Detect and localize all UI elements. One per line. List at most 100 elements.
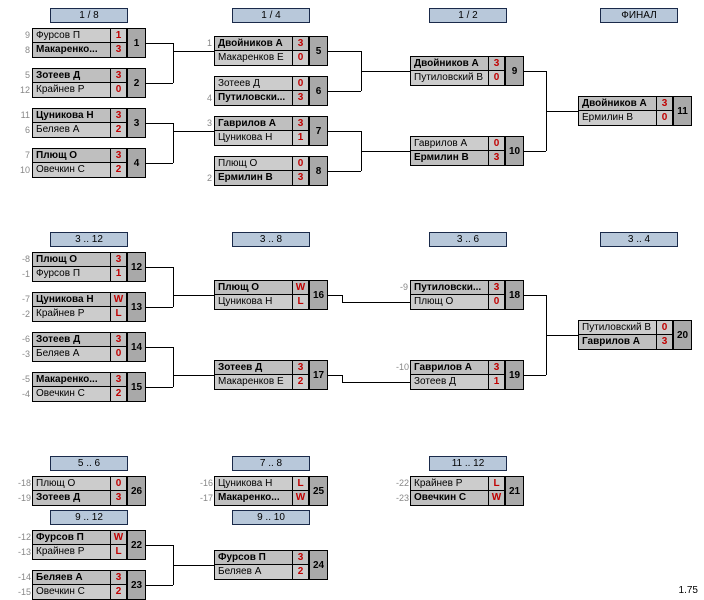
player-score: W	[488, 491, 504, 505]
player-score: W	[110, 293, 126, 306]
match-number: 26	[128, 476, 146, 506]
match-26: -18-19Плющ О0Зотеев Д326	[18, 476, 146, 506]
player-name: Цуникова Н	[215, 477, 292, 490]
match-11: Двойников А3Ермилин В011	[564, 96, 692, 126]
match-23: -14-15Беляев А3Овечкин С223	[18, 570, 146, 600]
player-name: Макаренков Е	[215, 375, 292, 389]
player-name: Путиловский В	[579, 321, 656, 334]
match-number: 19	[506, 360, 524, 390]
seed: -16	[200, 476, 214, 491]
player-row: Макаренко...3	[32, 43, 127, 58]
player-name: Макаренко...	[33, 43, 110, 57]
seed: 6	[18, 123, 32, 138]
player-score: W	[292, 281, 308, 294]
match-number: 20	[674, 320, 692, 350]
player-name: Цуникова Н	[33, 109, 110, 122]
connector	[146, 307, 173, 308]
player-row: Макаренко...3	[32, 372, 127, 387]
player-row: Плющ О3	[32, 148, 127, 163]
player-score: 0	[488, 137, 504, 150]
match-21: -22-23Крайнев РLОвечкин СW21	[396, 476, 524, 506]
player-row: Двойников А3	[578, 96, 673, 111]
player-score: 0	[292, 157, 308, 170]
player-row: Фурсов П1	[32, 267, 127, 282]
seed: -12	[18, 530, 32, 545]
match-number: 21	[506, 476, 524, 506]
player-score: L	[488, 477, 504, 490]
match-12: -8-1Плющ О3Фурсов П112	[18, 252, 146, 282]
match-22: -12-13Фурсов ПWКрайнев РL22	[18, 530, 146, 560]
player-row: Путиловский В0	[578, 320, 673, 335]
player-row: Путиловский В0	[410, 71, 505, 86]
match-10: Гаврилов А0Ермилин В310	[396, 136, 524, 166]
player-row: Плющ О0	[410, 295, 505, 310]
player-score: W	[292, 491, 308, 505]
player-score: 3	[110, 491, 126, 505]
player-score: 3	[292, 551, 308, 564]
player-name: Плющ О	[33, 253, 110, 266]
seed: -10	[396, 360, 410, 375]
player-name: Макаренко...	[33, 373, 110, 386]
round-label-r12: 1 / 2	[429, 8, 507, 23]
connector	[173, 375, 214, 376]
seed: -19	[18, 491, 32, 506]
connector	[524, 295, 546, 296]
connector	[173, 51, 214, 52]
player-score: 3	[656, 97, 672, 110]
match-8: 2Плющ О0Ермилин В38	[200, 156, 328, 186]
player-score: 0	[488, 295, 504, 309]
connector	[146, 43, 173, 44]
player-row: Зотеев Д3	[32, 332, 127, 347]
connector	[173, 367, 174, 375]
player-score: 3	[110, 373, 126, 386]
player-name: Зотеев Д	[33, 69, 110, 82]
seed: -14	[18, 570, 32, 585]
connector	[173, 123, 174, 163]
player-name: Зотеев Д	[411, 375, 488, 389]
player-row: Крайнев РL	[32, 307, 127, 322]
player-row: Овечкин С2	[32, 387, 127, 402]
player-name: Гаврилов А	[411, 137, 488, 150]
player-score: 2	[292, 565, 308, 579]
player-name: Крайнев Р	[33, 83, 110, 97]
connector	[173, 131, 174, 143]
match-16: Плющ ОWЦуникова НL16	[200, 280, 328, 310]
player-score: 3	[488, 57, 504, 70]
player-row: Цуникова Н3	[32, 108, 127, 123]
round-label-r14: 1 / 4	[232, 8, 310, 23]
player-name: Макаренков Е	[215, 51, 292, 65]
player-row: Цуникова НL	[214, 295, 309, 310]
player-name: Зотеев Д	[33, 333, 110, 346]
player-name: Ермилин В	[215, 171, 292, 185]
player-name: Крайнев Р	[33, 545, 110, 559]
match-number: 13	[128, 292, 146, 322]
player-name: Цуникова Н	[215, 295, 292, 309]
footer-version: 1.75	[679, 585, 698, 596]
seed	[200, 156, 214, 171]
seed: -17	[200, 491, 214, 506]
player-score: 1	[110, 267, 126, 281]
match-number: 1	[128, 28, 146, 58]
seed: -7	[18, 292, 32, 307]
player-row: Беляев А3	[32, 570, 127, 585]
player-score: 3	[110, 253, 126, 266]
player-name: Плющ О	[215, 157, 292, 170]
match-number: 10	[506, 136, 524, 166]
match-number: 14	[128, 332, 146, 362]
player-score: L	[110, 545, 126, 559]
player-score: 3	[292, 91, 308, 105]
seed: 3	[200, 116, 214, 131]
player-name: Ермилин В	[579, 111, 656, 125]
match-7: 3Гаврилов А3Цуникова Н17	[200, 116, 328, 146]
match-number: 24	[310, 550, 328, 580]
player-row: Макаренков Е0	[214, 51, 309, 66]
connector	[173, 295, 214, 296]
player-row: Беляев А0	[32, 347, 127, 362]
player-row: Цуникова Н1	[214, 131, 309, 146]
seed: -2	[18, 307, 32, 322]
player-name: Крайнев Р	[33, 307, 110, 321]
player-name: Плющ О	[33, 477, 110, 490]
connector	[146, 267, 173, 268]
player-score: 2	[110, 123, 126, 137]
match-number: 4	[128, 148, 146, 178]
